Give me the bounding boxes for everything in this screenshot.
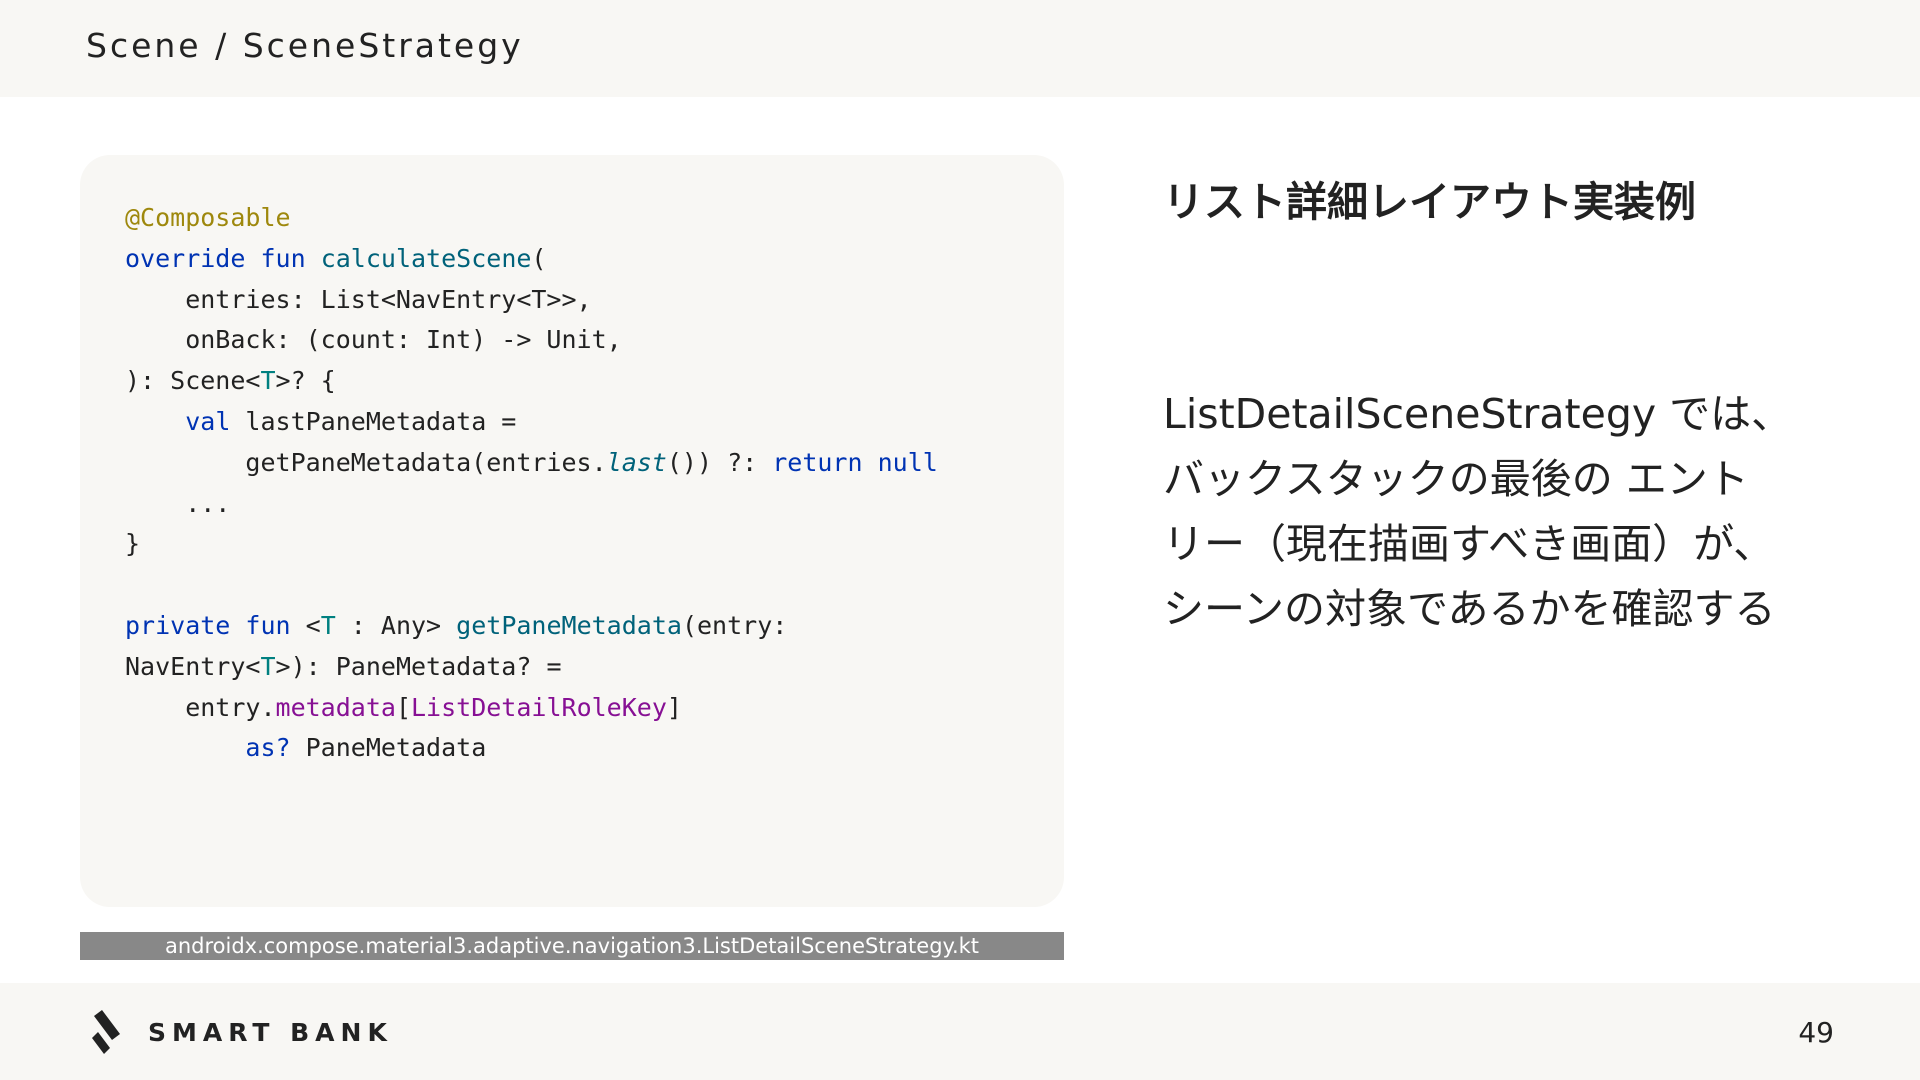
- code-token: as?: [245, 733, 291, 763]
- code-line: ...: [125, 484, 938, 525]
- code-line: NavEntry<T>): PaneMetadata? =: [125, 647, 938, 688]
- smartbank-logo: SMART BANK: [90, 1010, 393, 1054]
- code-line: entry.metadata[ListDetailRoleKey]: [125, 688, 938, 729]
- breadcrumb: Scene / SceneStrategy: [86, 26, 524, 65]
- code-line: val lastPaneMetadata =: [125, 402, 938, 443]
- code-token: T: [260, 366, 276, 396]
- code-token: calculateScene: [320, 243, 532, 273]
- section-title: リスト詳細レイアウト実装例: [1163, 178, 1696, 226]
- description-line: リー（現在描画すべき画面）が、: [1163, 520, 1775, 568]
- code-line: getPaneMetadata(entries.last()) ?: retur…: [125, 443, 938, 484]
- logo-text: SMART BANK: [148, 1017, 393, 1047]
- code-token: ): Scene<: [125, 366, 261, 396]
- description-line: ListDetailSceneStrategy では、: [1163, 390, 1793, 438]
- code-token: ListDetailRoleKey: [411, 692, 667, 722]
- header-bar: Scene / SceneStrategy: [0, 0, 1920, 97]
- code-token: <: [290, 610, 321, 640]
- code-token: entry.: [125, 692, 276, 722]
- code-token: return: [772, 447, 863, 477]
- code-token: (entry:: [681, 610, 788, 640]
- code-token: last: [606, 447, 667, 477]
- smartbank-logo-icon: [92, 1010, 120, 1054]
- code-token: >? {: [275, 366, 336, 396]
- code-token: T: [320, 610, 336, 640]
- code-token: NavEntry<: [125, 651, 261, 681]
- code-block: @Composable override fun calculateScene( …: [125, 198, 938, 769]
- code-token: override: [125, 243, 246, 273]
- code-token: ...: [125, 488, 231, 518]
- code-token: val: [185, 406, 231, 436]
- description-line: シーンの対象であるかを確認する: [1163, 585, 1776, 633]
- description: ListDetailSceneStrategy では、 バックスタックの最後の …: [1163, 382, 1883, 642]
- code-token: }: [125, 529, 141, 559]
- code-token: >): PaneMetadata? =: [275, 651, 562, 681]
- code-line: entries: List<NavEntry<T>>,: [125, 280, 938, 321]
- code-token: ]: [666, 692, 682, 722]
- code-token: fun: [260, 243, 306, 273]
- code-token: getPaneMetadata(entries.: [125, 447, 607, 477]
- code-token: fun: [245, 610, 291, 640]
- code-token: [: [395, 692, 411, 722]
- code-token: PaneMetadata: [290, 733, 487, 763]
- code-token: entries: List<NavEntry<T>>,: [125, 284, 592, 314]
- code-token: private: [125, 610, 231, 640]
- code-line: }: [125, 524, 938, 565]
- code-token: getPaneMetadata: [456, 610, 682, 640]
- code-token: ()) ?:: [666, 447, 773, 477]
- code-token: null: [877, 447, 938, 477]
- source-file-caption: androidx.compose.material3.adaptive.navi…: [80, 932, 1064, 960]
- code-line: ): Scene<T>? {: [125, 361, 938, 402]
- code-line: private fun <T : Any> getPaneMetadata(en…: [125, 606, 938, 647]
- code-line: onBack: (count: Int) -> Unit,: [125, 320, 938, 361]
- code-token: @Composable: [125, 203, 291, 232]
- page-number: 49: [1798, 1016, 1834, 1049]
- code-token: T: [260, 651, 276, 681]
- code-token: onBack: (count: Int) -> Unit,: [125, 325, 622, 355]
- code-token: metadata: [275, 692, 396, 722]
- code-line: as? PaneMetadata: [125, 728, 938, 769]
- code-token: : Any>: [335, 610, 457, 640]
- code-line: override fun calculateScene(: [125, 239, 938, 280]
- code-token: (: [531, 243, 547, 273]
- code-line: @Composable: [125, 198, 938, 239]
- code-token: lastPaneMetadata =: [230, 406, 517, 436]
- description-line: バックスタックの最後の エント: [1163, 455, 1749, 503]
